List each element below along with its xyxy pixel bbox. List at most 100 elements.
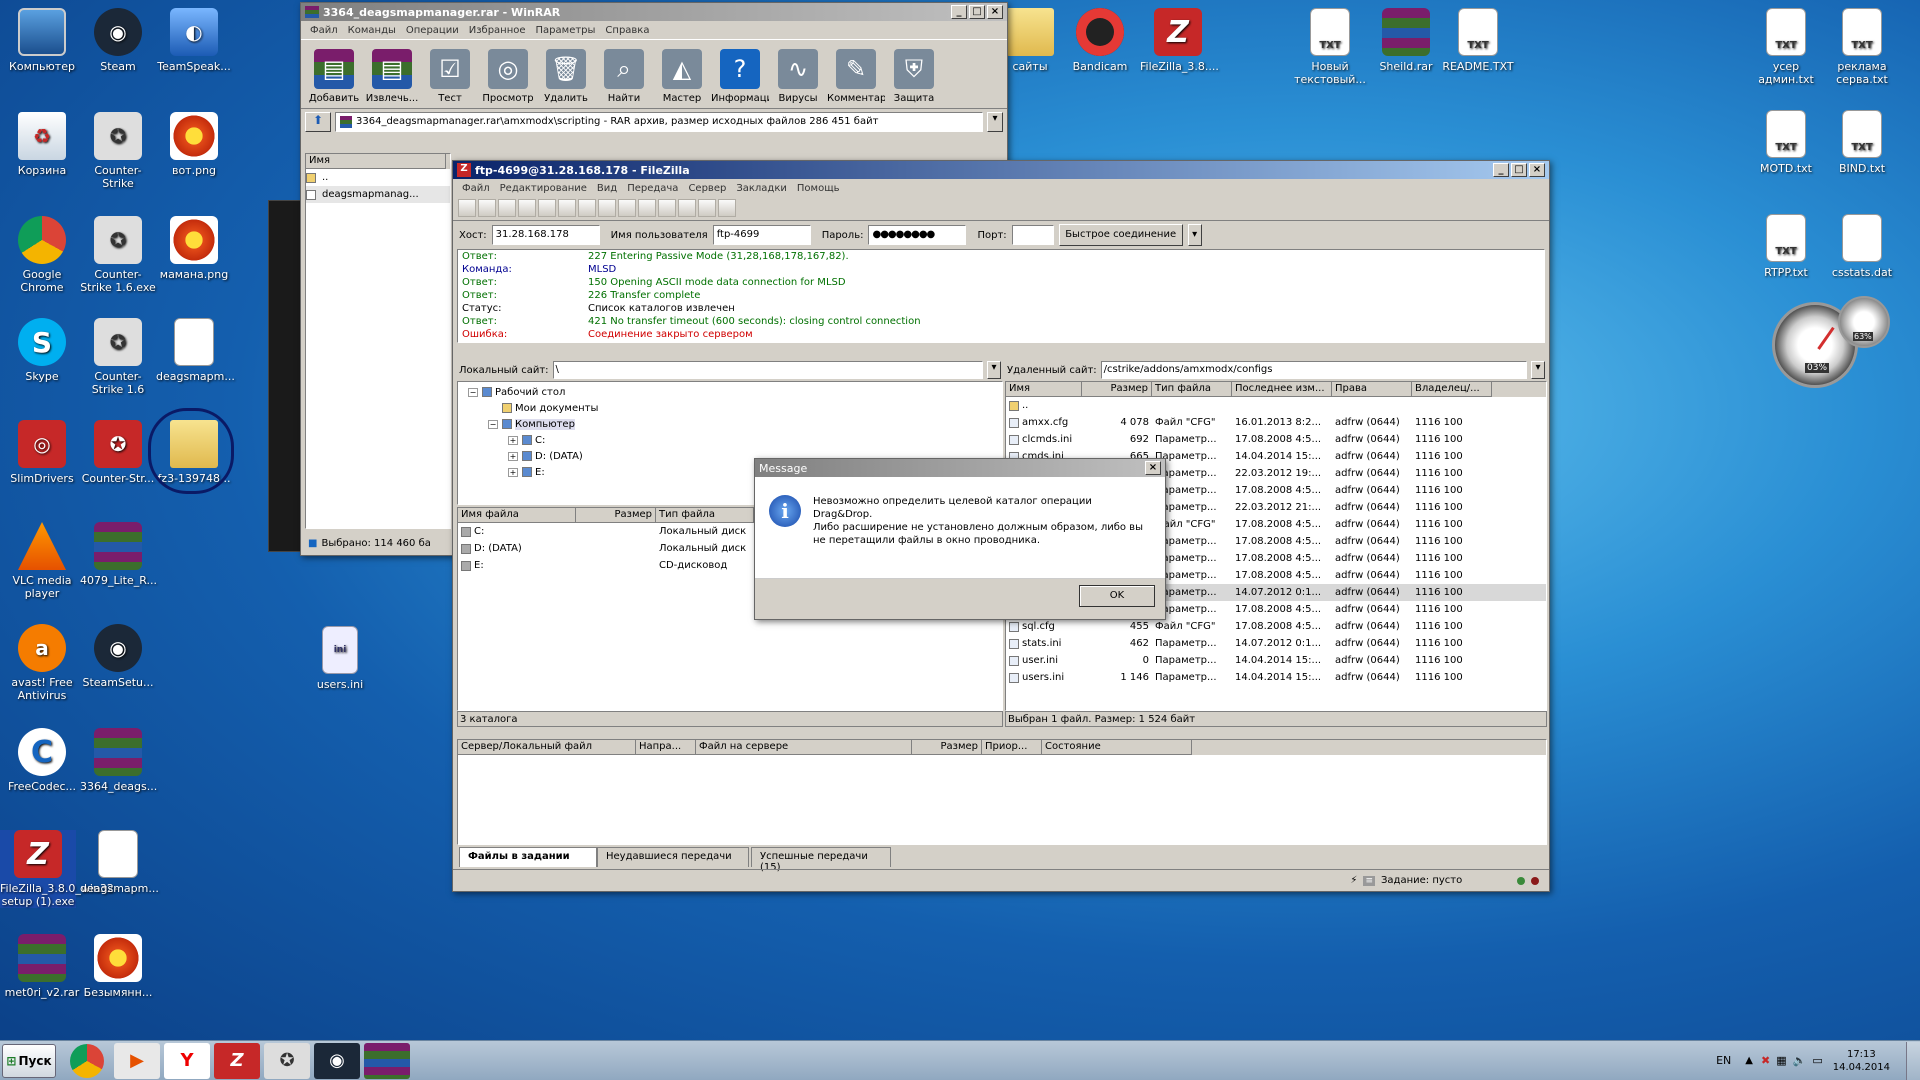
desktop-icon-rtpp[interactable]: TXT RTPP.txt (1748, 214, 1824, 279)
taskbar-counter-strike-icon[interactable]: ✪ (264, 1042, 310, 1079)
toolbar-button-comment[interactable]: ✎ Комментарий (827, 49, 885, 108)
toolbar-button-test[interactable]: ☑ Тест (421, 49, 479, 108)
menu-item[interactable]: Операции (401, 25, 464, 36)
ram-gadget[interactable]: 63% (1838, 296, 1890, 348)
close-button[interactable]: × (1145, 461, 1161, 475)
remote-file-row[interactable]: .. (1006, 397, 1546, 414)
desktop-icon-bezym[interactable]: Безымянн... (80, 934, 156, 999)
port-input[interactable] (1011, 225, 1054, 245)
column-header[interactable]: Имя (1006, 382, 1082, 397)
column-header[interactable]: Приор... (982, 740, 1042, 755)
filter-icon[interactable] (658, 199, 676, 217)
toggle-remote-tree-icon[interactable] (518, 199, 536, 217)
transfer-queue[interactable]: Сервер/Локальный файл Напра... Файл на сер… (457, 739, 1547, 845)
menu-item[interactable]: Избранное (464, 25, 531, 36)
desktop-icon-fzsetup[interactable]: Z FileZilla_3.8.0_win32-setup (1).exe (0, 830, 118, 908)
queue-tab[interactable]: Файлы в задании (459, 847, 597, 867)
ok-button[interactable]: OK (1079, 585, 1155, 607)
desktop-icon-cs16[interactable]: ✪ Counter-Strike 1.6.exe (80, 216, 156, 294)
desktop-icon-steam[interactable]: ◉ Steam (80, 8, 156, 73)
desktop-icon-deagsrar[interactable]: 3364_deags... (80, 728, 157, 793)
tray-volume-icon[interactable]: 🔈 (1793, 1054, 1807, 1067)
desktop-icon-vot[interactable]: вот.png (156, 112, 232, 177)
up-folder-icon[interactable]: ⬆ (305, 112, 331, 132)
menu-item[interactable]: Сервер (683, 183, 731, 194)
desktop-icon-bandicam[interactable]: Bandicam (1062, 8, 1138, 73)
file-row[interactable]: .. (306, 169, 450, 186)
toolbar-button-virus-scan[interactable]: ∿ Вирусы (769, 49, 827, 108)
toolbar-button-add-archive[interactable]: ▤ Добавить (305, 49, 363, 108)
menu-item[interactable]: Вид (592, 183, 622, 194)
column-header[interactable]: Размер (1082, 382, 1152, 397)
local-path-input[interactable]: \ (552, 361, 983, 379)
disconnect-icon[interactable] (618, 199, 636, 217)
taskbar-steam-icon[interactable]: ◉ (314, 1042, 360, 1079)
toolbar-button-extract[interactable]: ▤ Извлечь... (363, 49, 421, 108)
taskbar-winrar-icon[interactable] (364, 1042, 410, 1079)
column-header[interactable]: Размер (912, 740, 982, 755)
col-name-header[interactable]: Имя (306, 154, 446, 169)
desktop-icon-skype[interactable]: S Skype (4, 318, 80, 383)
taskbar-filezilla-icon[interactable]: Z (214, 1042, 260, 1079)
maximize-button[interactable]: □ (969, 5, 985, 19)
tree-node[interactable]: − Рабочий стол (460, 384, 1000, 400)
host-input[interactable]: 31.28.168.178 (491, 225, 600, 245)
remote-path-input[interactable]: /cstrike/addons/amxmodx/configs (1100, 361, 1527, 379)
dialog-titlebar[interactable]: Message × (755, 459, 1165, 477)
clock[interactable]: 17:13 14.04.2014 (1833, 1048, 1890, 1074)
maximize-button[interactable]: □ (1511, 163, 1527, 177)
column-header[interactable]: Файл на сервере (696, 740, 912, 755)
desktop-icon-avast[interactable]: a avast! Free Antivirus (4, 624, 80, 702)
tray-power-icon[interactable]: ▭ (1812, 1054, 1822, 1067)
tree-node[interactable]: + C: (460, 432, 1000, 448)
menu-item[interactable]: Закладки (731, 183, 792, 194)
menu-item[interactable]: Справка (600, 25, 654, 36)
tree-node[interactable]: − Компьютер (460, 416, 1000, 432)
expand-toggle-icon[interactable]: − (488, 419, 498, 429)
column-header[interactable]: Владелец/... (1412, 382, 1492, 397)
remote-file-row[interactable]: sql.cfg 455 Файл "CFG" 17.08.2008 4:5... adf… (1006, 618, 1546, 635)
taskbar-media-player-icon[interactable]: ▶ (114, 1042, 160, 1079)
quickconnect-dropdown-button[interactable]: ▾ (1187, 224, 1202, 246)
remote-file-row[interactable]: clcmds.ini 692 Параметр... 17.08.2008 4:5..… (1006, 431, 1546, 448)
close-button[interactable]: × (1529, 163, 1545, 177)
user-input[interactable]: ftp-4699 (712, 225, 811, 245)
column-header[interactable]: Имя файла (458, 508, 576, 523)
sync-browse-icon[interactable] (698, 199, 716, 217)
desktop-icon-computer[interactable]: Компьютер (4, 8, 80, 73)
column-header[interactable]: Последнее изм... (1232, 382, 1332, 397)
tree-node[interactable]: Мои документы (460, 400, 1000, 416)
desktop-icon-steamsetup[interactable]: ◉ SteamSetu... (80, 624, 156, 689)
search-icon[interactable] (718, 199, 736, 217)
menu-item[interactable]: Редактирование (495, 183, 592, 194)
menu-item[interactable]: Команды (343, 25, 401, 36)
remote-file-row[interactable]: users.ini 1 146 Параметр... 14.04.2014 15:.… (1006, 669, 1546, 686)
expand-toggle-icon[interactable]: − (468, 387, 478, 397)
desktop-icon-lite[interactable]: 4079_Lite_R... (80, 522, 157, 587)
password-input[interactable]: ●●●●●●●● (868, 225, 967, 245)
desktop-icon-chrome[interactable]: Google Chrome (4, 216, 80, 294)
cancel-icon[interactable] (598, 199, 616, 217)
winrar-path-field[interactable]: 3364_deagsmapmanager.rar\amxmodx\scripti… (335, 112, 983, 132)
message-log[interactable]: Ответ: 227 Entering Passive Mode (31,28,1… (457, 249, 1545, 343)
desktop-icon-mama[interactable]: мамана.png (156, 216, 232, 281)
toolbar-button-delete[interactable]: 🗑 Удалить (537, 49, 595, 108)
desktop-icon-reklama[interactable]: TXT реклама серва.txt (1824, 8, 1900, 86)
desktop-icon-teamspeak[interactable]: ◐ TeamSpeak... (156, 8, 232, 73)
desktop-icon-cstr[interactable]: ✪ Counter-Str... (80, 420, 156, 485)
column-header[interactable]: Права (1332, 382, 1412, 397)
column-header[interactable]: Напра... (636, 740, 696, 755)
taskbar-chrome-icon[interactable] (70, 1043, 104, 1078)
toggle-log-icon[interactable] (478, 199, 496, 217)
desktop-icon-bind[interactable]: TXT BIND.txt (1824, 110, 1900, 175)
remote-file-row[interactable]: stats.ini 462 Параметр... 14.07.2012 0:1...… (1006, 635, 1546, 652)
expand-toggle-icon[interactable]: + (508, 451, 518, 461)
toolbar-button-info[interactable]: ? Информация (711, 49, 769, 108)
desktop-icon-cs[interactable]: ✪ Counter-Strike (80, 112, 156, 190)
desktop-icon-freecodec[interactable]: C FreeCodec... (4, 728, 80, 793)
expand-toggle-icon[interactable]: + (508, 467, 518, 477)
remote-file-row[interactable]: amxx.cfg 4 078 Файл "CFG" 16.01.2013 8:2...… (1006, 414, 1546, 431)
path-dropdown-button[interactable]: ▾ (987, 112, 1003, 132)
toolbar-button-protect[interactable]: ⛨ Защита (885, 49, 943, 108)
desktop-icon-newtxt[interactable]: TXT Новый текстовый... (1292, 8, 1368, 86)
